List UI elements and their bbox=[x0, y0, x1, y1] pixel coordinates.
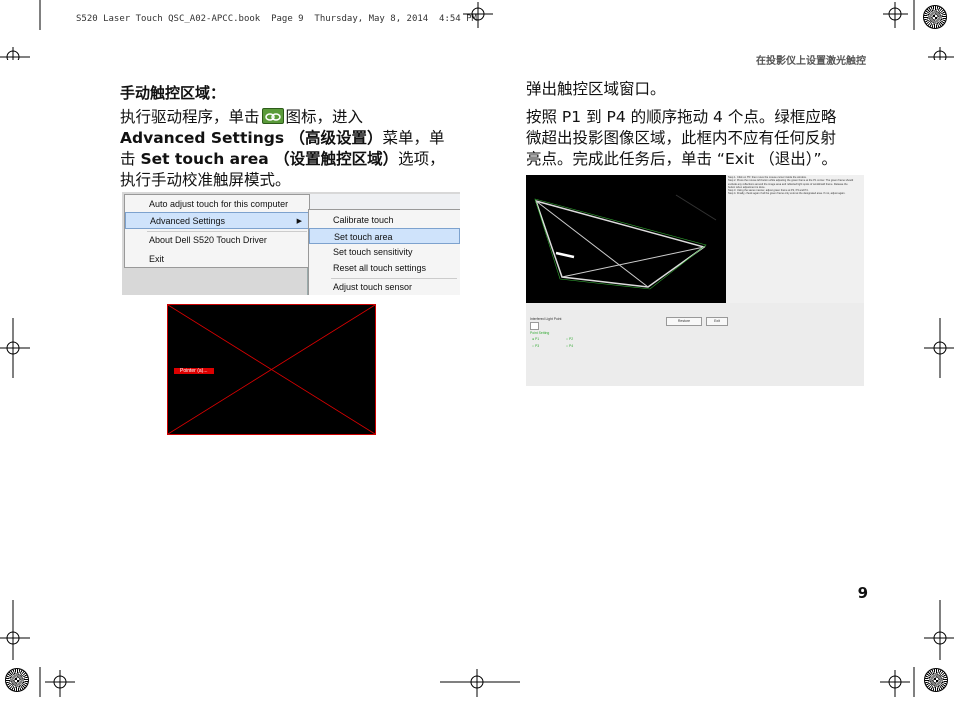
point-p3-radio[interactable]: ○ P3 bbox=[532, 344, 539, 348]
pointer-label: Pointer (a)... bbox=[174, 368, 214, 374]
registration-mark-right-middle bbox=[914, 318, 954, 378]
submenu-item-set-touch-sensitivity[interactable]: Set touch sensitivity bbox=[309, 244, 460, 260]
submenu-item-reset-settings[interactable]: Reset all touch settings bbox=[309, 260, 460, 276]
submenu-item-calibrate-touch[interactable]: Calibrate touch bbox=[309, 212, 460, 228]
menu-item-advanced-settings[interactable]: Advanced Settings ▶ bbox=[125, 212, 309, 229]
restore-button[interactable]: Restore bbox=[666, 317, 702, 326]
menu-item-exit[interactable]: Exit bbox=[125, 251, 309, 268]
popup-touch-area-text: 弹出触控区域窗口。 bbox=[526, 80, 666, 98]
registration-mark-top-center bbox=[448, 0, 508, 30]
calibration-controls: Interfered Light Point Point Setting ● P… bbox=[526, 303, 864, 386]
registration-mark-bottom-center bbox=[440, 667, 520, 697]
registration-mark-left-middle bbox=[0, 318, 40, 378]
color-burst-mark-bottom-right bbox=[924, 668, 948, 692]
menu-item-about[interactable]: About Dell S520 Touch Driver bbox=[125, 232, 309, 249]
color-burst-mark-top-right bbox=[923, 5, 947, 29]
manual-touch-area-heading: 手动触控区域： bbox=[120, 84, 226, 102]
touch-area-calibration-screenshot: Step 1. Click on 'P1' then move the mous… bbox=[526, 175, 864, 386]
page-number: 9 bbox=[857, 584, 868, 602]
point-p1-radio[interactable]: ● P1 bbox=[532, 337, 539, 341]
left-instructions: 执行驱动程序，单击 图标，进入 Advanced Settings （高级设置）菜… bbox=[120, 108, 445, 189]
menu-item-auto-adjust[interactable]: Auto adjust touch for this computer bbox=[125, 196, 309, 213]
crop-mark-top-left bbox=[0, 0, 60, 67]
driver-tray-icon bbox=[261, 108, 284, 124]
camera-preview bbox=[526, 175, 726, 303]
submenu-arrow-icon: ▶ bbox=[296, 218, 302, 225]
drag-points-instructions: 按照 P1 到 P4 的顺序拖动 4 个点。绿框应略 微超出投影图像区域，此框内… bbox=[526, 108, 838, 168]
interfered-light-input[interactable] bbox=[530, 322, 539, 330]
point-p2-radio[interactable]: ○ P2 bbox=[566, 337, 573, 341]
point-p4-radio[interactable]: ○ P4 bbox=[566, 344, 573, 348]
print-info-line: S520 Laser Touch QSC_A02-APCC.book Page … bbox=[76, 14, 477, 24]
section-title: 在投影仪上设置激光触控 bbox=[756, 56, 866, 67]
submenu-item-adjust-touch-sensor[interactable]: Adjust touch sensor bbox=[309, 279, 460, 295]
touch-area-window-image: Pointer (a)... bbox=[167, 304, 376, 435]
advanced-settings-menu-screenshot: Auto adjust touch for this computer Adva… bbox=[122, 192, 460, 295]
submenu-item-set-touch-area[interactable]: Set touch area bbox=[309, 228, 460, 244]
color-burst-mark-bottom-left bbox=[5, 668, 29, 692]
advanced-settings-submenu: Calibrate touch Set touch area Set touch… bbox=[308, 209, 460, 295]
calibration-instructions: Step 1. Click on 'P1' then move the mous… bbox=[728, 176, 854, 196]
exit-button[interactable]: Exit bbox=[706, 317, 728, 326]
context-menu: Auto adjust touch for this computer Adva… bbox=[124, 194, 310, 268]
